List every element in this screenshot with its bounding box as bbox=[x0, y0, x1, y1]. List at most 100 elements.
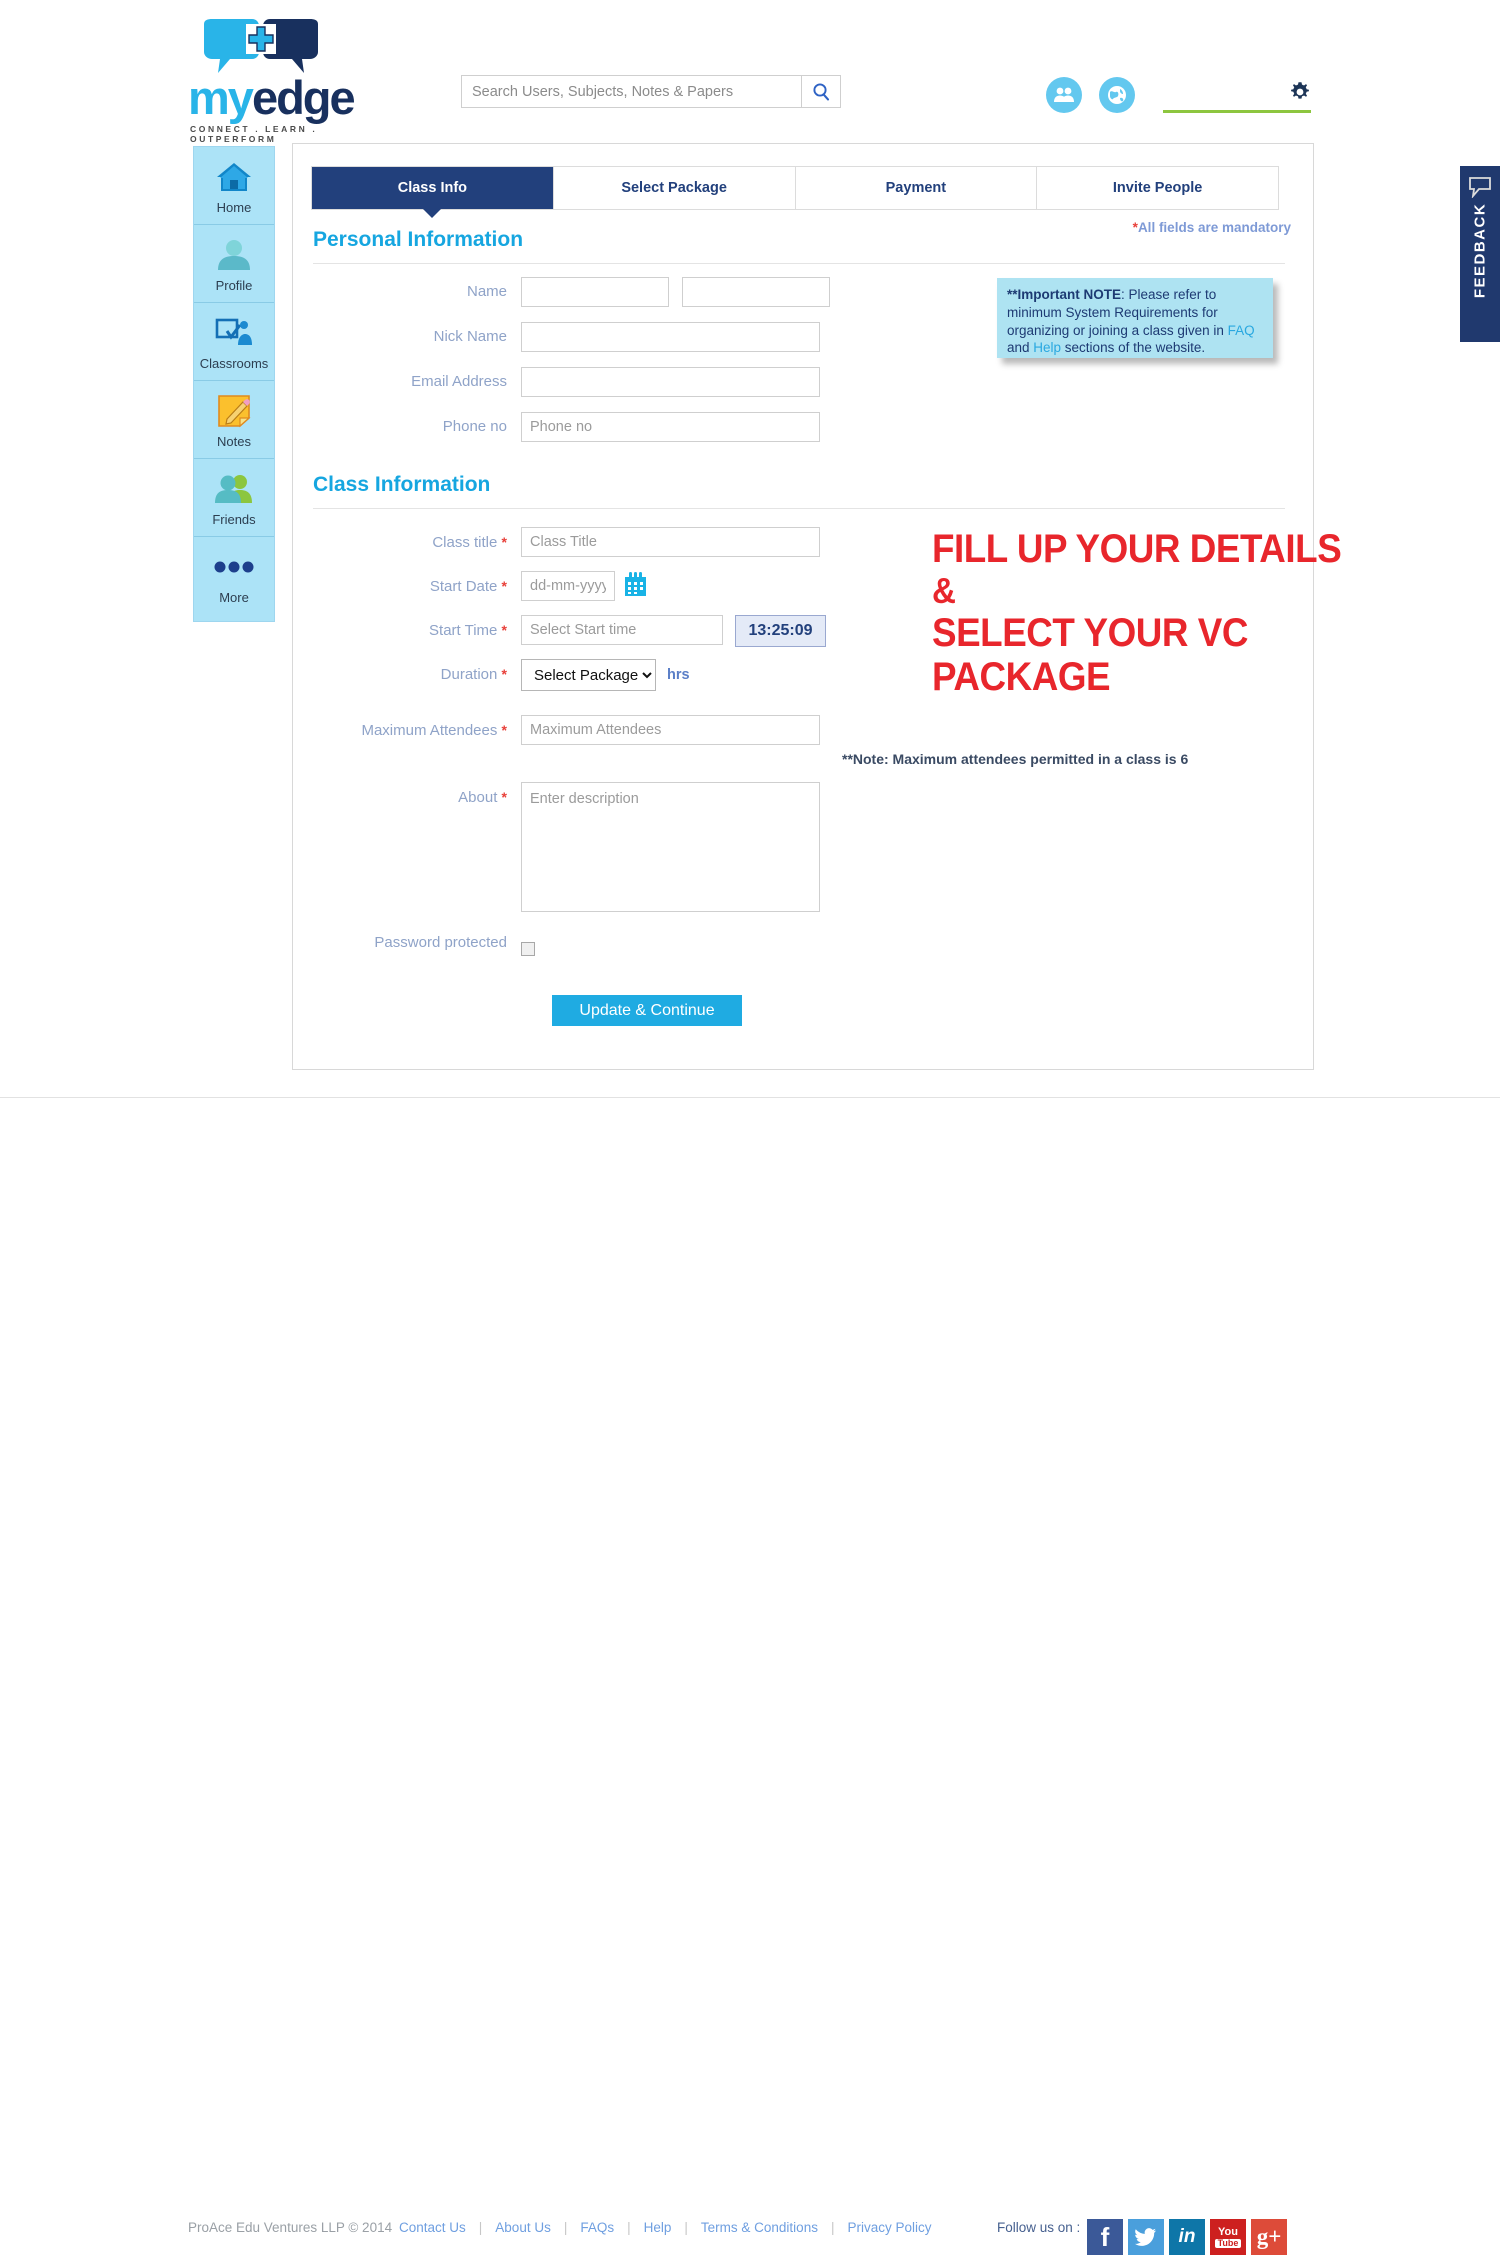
update-continue-button[interactable]: Update & Continue bbox=[552, 995, 742, 1026]
brand-wordmark: myedge bbox=[188, 71, 356, 124]
phone-input[interactable] bbox=[521, 412, 820, 442]
required-star: * bbox=[501, 722, 507, 738]
search-button[interactable] bbox=[801, 76, 840, 107]
max-attendees-label: Maximum Attendees * bbox=[361, 722, 507, 739]
sidebar-label: Home bbox=[216, 199, 252, 215]
sidebar-item-home[interactable]: Home bbox=[194, 147, 274, 225]
required-star: * bbox=[501, 578, 507, 594]
field-row-class-title: Class title * bbox=[293, 527, 820, 558]
start-time-label: Start Time * bbox=[429, 622, 507, 639]
nickname-label: Nick Name bbox=[433, 328, 507, 345]
sidebar-item-notes[interactable]: Notes bbox=[194, 381, 274, 459]
home-icon bbox=[214, 157, 254, 197]
mandatory-text: All fields are mandatory bbox=[1137, 220, 1291, 235]
brand-logo[interactable]: myedge CONNECT . LEARN . OUTPERFORM bbox=[188, 18, 358, 144]
tab-payment[interactable]: Payment bbox=[796, 167, 1038, 209]
social-links: f in You Tube g+ bbox=[1087, 2219, 1287, 2255]
footer-link-about-us[interactable]: About Us bbox=[495, 2220, 551, 2235]
field-row-duration: Duration * Select Package hrs bbox=[293, 659, 690, 691]
header-world-button[interactable] bbox=[1099, 77, 1135, 113]
help-link[interactable]: Help bbox=[1033, 340, 1061, 355]
field-row-max-attendees: Maximum Attendees * bbox=[293, 715, 820, 746]
duration-select[interactable]: Select Package bbox=[521, 659, 656, 691]
field-row-name: Name bbox=[293, 277, 830, 307]
max-attendees-note: **Note: Maximum attendees permitted in a… bbox=[842, 751, 1189, 767]
mandatory-note: *All fields are mandatory bbox=[1133, 220, 1291, 235]
tab-class-info[interactable]: Class Info bbox=[312, 167, 554, 218]
annotation-line-2: & bbox=[932, 570, 956, 611]
notes-icon bbox=[216, 391, 252, 431]
max-attendees-input[interactable] bbox=[521, 715, 820, 745]
email-label: Email Address bbox=[411, 373, 507, 390]
required-star: * bbox=[501, 789, 507, 805]
sidebar-item-more[interactable]: More bbox=[194, 537, 274, 615]
gear-icon[interactable] bbox=[1288, 80, 1312, 104]
footer-link-terms[interactable]: Terms & Conditions bbox=[701, 2220, 818, 2235]
start-date-input[interactable] bbox=[521, 571, 615, 601]
about-textarea[interactable] bbox=[521, 782, 820, 912]
header-accent-bar bbox=[1163, 110, 1311, 113]
email-input[interactable] bbox=[521, 367, 820, 397]
footer-link-contact-us[interactable]: Contact Us bbox=[399, 2220, 466, 2235]
feedback-tab[interactable]: FEEDBACK bbox=[1460, 166, 1500, 342]
brand-edge: edge bbox=[251, 71, 356, 124]
wizard-tabs: Class Info Select Package Payment Invite… bbox=[311, 166, 1279, 218]
profile-icon bbox=[216, 235, 252, 275]
footer-link-help[interactable]: Help bbox=[644, 2220, 672, 2235]
classrooms-icon bbox=[214, 313, 254, 353]
twitter-icon[interactable] bbox=[1128, 2219, 1164, 2255]
footer-links: Contact Us | About Us | FAQs | Help | Terms … bbox=[399, 2220, 932, 2235]
brand-my: my bbox=[188, 71, 254, 124]
linkedin-icon[interactable]: in bbox=[1169, 2219, 1205, 2255]
search-input[interactable] bbox=[462, 76, 801, 107]
left-sidebar: Home Profile Classrooms Notes Friends Mo… bbox=[193, 146, 275, 622]
name-label: Name bbox=[466, 283, 507, 300]
duration-unit-label: hrs bbox=[667, 667, 690, 683]
facebook-icon[interactable]: f bbox=[1087, 2219, 1123, 2255]
duration-label: Duration * bbox=[440, 666, 507, 683]
note-part2: and bbox=[1007, 340, 1034, 356]
current-time-chip[interactable]: 13:25:09 bbox=[735, 615, 826, 647]
faq-link[interactable]: FAQ bbox=[1228, 323, 1255, 338]
note-bold: **Important NOTE bbox=[1007, 287, 1122, 302]
password-protected-label: Password protected bbox=[374, 933, 507, 951]
start-time-input[interactable] bbox=[521, 615, 723, 645]
search-bar[interactable] bbox=[461, 75, 841, 108]
header-friends-button[interactable] bbox=[1046, 77, 1082, 113]
about-label: About * bbox=[458, 789, 507, 806]
footer-link-privacy[interactable]: Privacy Policy bbox=[847, 2220, 931, 2235]
sidebar-item-profile[interactable]: Profile bbox=[194, 225, 274, 303]
sidebar-item-friends[interactable]: Friends bbox=[194, 459, 274, 537]
friends-icon bbox=[1054, 87, 1074, 102]
tab-select-package[interactable]: Select Package bbox=[554, 167, 796, 209]
feedback-label: FEEDBACK bbox=[1471, 202, 1489, 299]
brand-tagline: CONNECT . LEARN . OUTPERFORM bbox=[190, 124, 318, 144]
nickname-input[interactable] bbox=[521, 322, 820, 352]
important-note-box: **Important NOTE: Please refer to minimu… bbox=[997, 278, 1273, 358]
googleplus-icon[interactable]: g+ bbox=[1251, 2219, 1287, 2255]
search-icon bbox=[813, 82, 830, 100]
section-divider bbox=[313, 508, 1285, 509]
class-title-label: Class title * bbox=[432, 534, 507, 551]
field-row-about: About * bbox=[293, 782, 820, 912]
tab-invite-people[interactable]: Invite People bbox=[1037, 167, 1278, 209]
phone-label: Phone no bbox=[442, 418, 507, 435]
last-name-input[interactable] bbox=[682, 277, 830, 307]
personal-information-heading: Personal Information bbox=[313, 228, 524, 251]
calendar-icon[interactable] bbox=[623, 572, 648, 598]
first-name-input[interactable] bbox=[521, 277, 669, 307]
class-title-input[interactable] bbox=[521, 527, 820, 557]
sidebar-label: Friends bbox=[212, 511, 256, 527]
sidebar-label: More bbox=[219, 590, 249, 605]
footer-link-faqs[interactable]: FAQs bbox=[580, 2220, 614, 2235]
password-protected-checkbox[interactable] bbox=[521, 942, 535, 956]
youtube-icon[interactable]: You Tube bbox=[1210, 2219, 1246, 2255]
sidebar-label: Notes bbox=[217, 433, 251, 449]
field-row-start-time: Start Time * 13:25:09 bbox=[293, 615, 826, 647]
friends-icon bbox=[214, 469, 254, 509]
sidebar-item-classrooms[interactable]: Classrooms bbox=[194, 303, 274, 381]
field-row-email: Email Address bbox=[293, 367, 820, 397]
sidebar-label: Classrooms bbox=[199, 355, 269, 371]
field-row-nickname: Nick Name bbox=[293, 322, 820, 352]
copyright-text: ProAce Edu Ventures LLP © 2014 bbox=[188, 2220, 393, 2235]
